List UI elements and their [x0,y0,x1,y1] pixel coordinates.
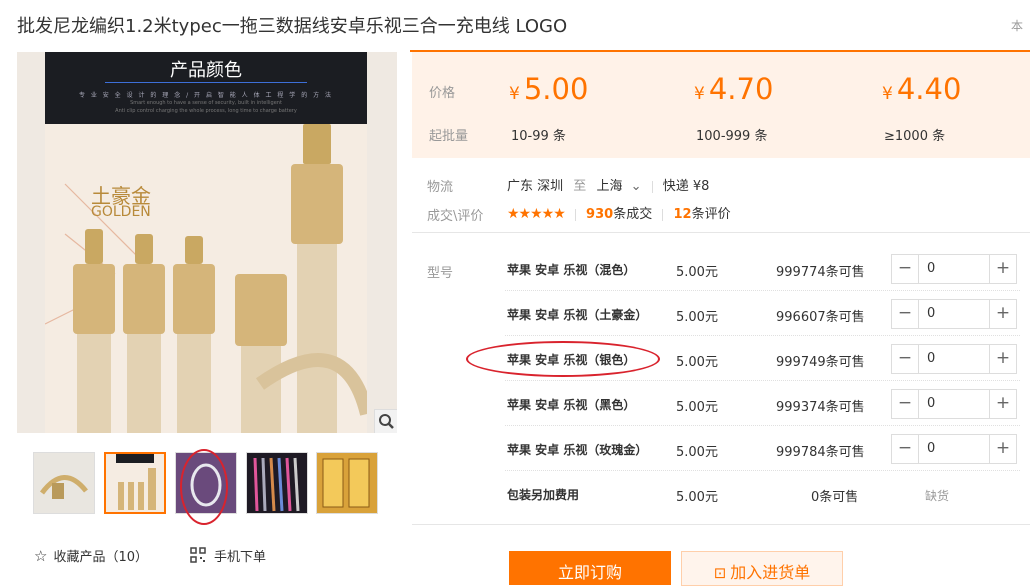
annotation-circle-sku [466,341,660,377]
thumbnail[interactable] [246,452,308,514]
tier-range-3: ≥1000 条 [884,129,946,144]
sku-name: 苹果 安卓 乐视（混色） [507,263,636,277]
quantity-stepper: − 0 + [891,299,1017,329]
sku-stock: 999749条可售 [776,355,865,370]
favorite-label: 收藏产品（10） [53,550,148,565]
plus-button[interactable]: + [989,435,1016,463]
mobile-label: 手机下单 [214,550,267,565]
minus-button[interactable]: − [892,390,919,418]
minus-button[interactable]: − [892,255,919,283]
sku-stock: 996607条可售 [776,310,865,325]
sku-price: 5.00元 [676,355,718,370]
plus-button[interactable]: + [989,300,1016,328]
qrcode-icon [190,547,206,567]
cart-icon: ⊡ [713,564,727,582]
sku-stock: 0条可售 [811,490,859,505]
reviews-info: ★★★★★ 930条成交 12条评价 [507,203,731,222]
quantity-stepper: − 0 + [891,254,1017,284]
thumbnail[interactable] [316,452,378,514]
ship-from: 广东 深圳 [507,179,564,194]
price-tier-3: ¥4.40 [882,72,962,106]
logistics-info: 广东 深圳 至 上海 ⌄ 快递 ¥8 [507,175,709,194]
sku-price: 5.00元 [676,445,718,460]
batch-label: 起批量 [429,129,469,144]
magnifier-icon[interactable] [374,409,397,433]
hero-title: 产品颜色 [170,60,242,81]
hero-subtitle-2: Smart enough to have a sense of security… [130,100,282,106]
minus-button[interactable]: − [892,435,919,463]
color-name-en: GOLDEN [91,204,151,220]
quantity-input[interactable]: 0 [927,441,935,456]
sku-price: 5.00元 [676,490,718,505]
hero-subtitle: 专 业 安 全 设 计 的 理 念 / 开 启 智 能 人 体 工 程 学 的 … [78,92,334,99]
logistics-label: 物流 [427,180,454,195]
ship-to-word: 至 [573,179,587,194]
buy-now-button[interactable]: 立即订购 [509,551,671,585]
sku-label: 型号 [427,266,454,281]
quantity-stepper: − 0 + [891,434,1017,464]
cart-label: 加入进货单 [730,563,811,582]
sku-stock: 999774条可售 [776,265,865,280]
annotation-circle-thumbnail [180,449,228,525]
sku-stock: 999784条可售 [776,445,865,460]
mobile-order-button[interactable]: 手机下单 [190,546,266,567]
sku-stock: 999374条可售 [776,400,865,415]
thumbnail[interactable] [33,452,95,514]
out-of-stock-status: 缺货 [925,489,950,503]
quantity-input[interactable]: 0 [927,396,935,411]
quantity-input[interactable]: 0 [927,261,935,276]
hero-banner: 产品颜色 专 业 安 全 设 计 的 理 念 / 开 启 智 能 人 体 工 程… [45,52,367,124]
cable-illustration [44,124,374,433]
sku-name: 苹果 安卓 乐视（黑色） [507,398,636,412]
express-fee: 快递 ¥8 [662,179,710,194]
chevron-down-icon: ⌄ [630,179,642,194]
sku-name: 苹果 安卓 乐视（土豪金） [507,308,648,322]
price-tier-1: ¥5.00 [509,72,589,106]
quantity-stepper: − 0 + [891,344,1017,374]
hero-divider [105,82,307,83]
section-divider [412,524,1030,525]
sku-name: 包装另加费用 [507,488,580,502]
hero-subtitle-3: Anti clip control charging the whole pro… [115,108,297,114]
plus-button[interactable]: + [989,390,1016,418]
quantity-stepper: − 0 + [891,389,1017,419]
add-to-cart-button[interactable]: ⊡ 加入进货单 [681,551,843,586]
section-divider [412,232,1030,233]
topright-text: 本 [1011,19,1024,33]
reviews-label: 成交\评价 [427,209,484,224]
sku-price: 5.00元 [676,400,718,415]
image-panel [44,124,374,433]
minus-button[interactable]: − [892,300,919,328]
ship-to-select[interactable]: 上海 ⌄ [596,179,641,194]
rating-stars-icon: ★★★★★ [507,206,566,222]
favorite-button[interactable]: ☆ 收藏产品（10） [34,546,148,565]
price-tier-2: ¥4.70 [694,72,774,106]
thumbnail-selected[interactable] [104,452,166,514]
tier-range-1: 10-99 条 [511,129,566,144]
quantity-input[interactable]: 0 [927,306,935,321]
tier-range-2: 100-999 条 [696,129,768,144]
star-outline-icon: ☆ [34,547,48,565]
product-title: 批发尼龙编织1.2米typec一拖三数据线安卓乐视三合一充电线 LOGO [17,16,568,37]
sku-price: 5.00元 [676,310,718,325]
quantity-input[interactable]: 0 [927,351,935,366]
sku-price: 5.00元 [676,265,718,280]
deals-link[interactable]: 930条成交 [586,207,652,222]
plus-button[interactable]: + [989,345,1016,373]
main-product-image[interactable]: 产品颜色 专 业 安 全 设 计 的 理 念 / 开 启 智 能 人 体 工 程… [17,52,397,433]
reviews-link[interactable]: 12条评价 [673,207,730,222]
plus-button[interactable]: + [989,255,1016,283]
price-label: 价格 [429,86,456,101]
sku-name: 苹果 安卓 乐视（玫瑰金） [507,443,648,457]
minus-button[interactable]: − [892,345,919,373]
